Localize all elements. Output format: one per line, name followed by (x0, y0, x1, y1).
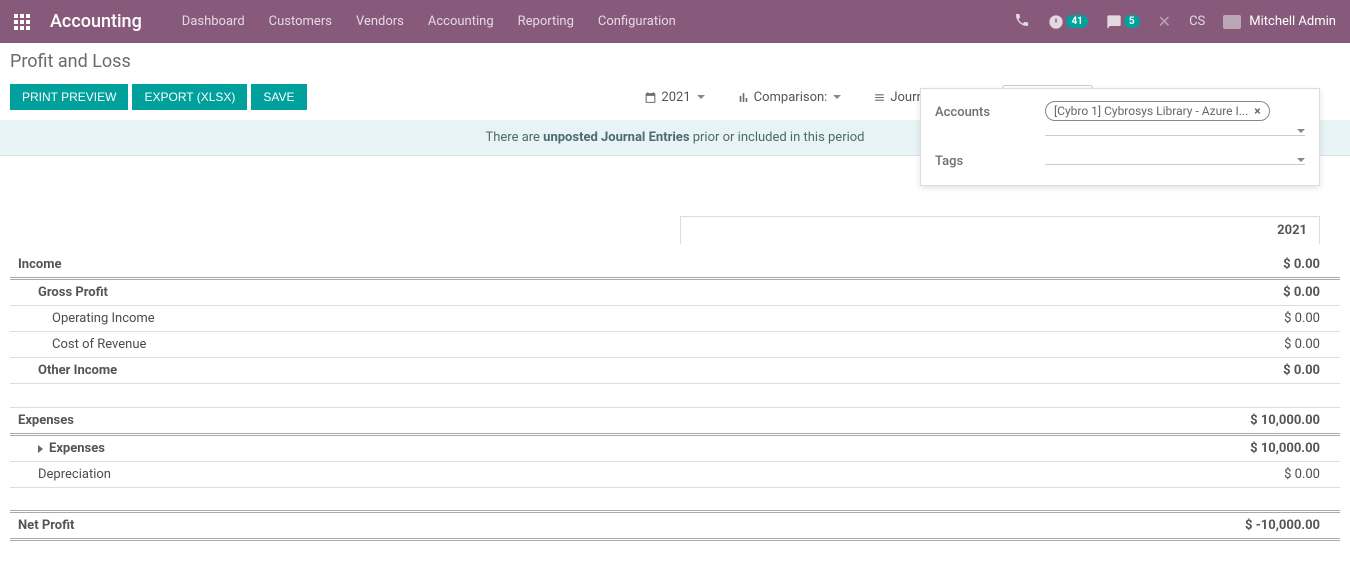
analytic-accounts-input[interactable] (1045, 125, 1305, 136)
row-expenses-label[interactable]: Expenses (10, 408, 804, 435)
print-preview-button[interactable]: PRINT PREVIEW (10, 84, 128, 110)
activity-count: 41 (1066, 15, 1087, 28)
analytic-tags-label: Tags (935, 150, 1045, 169)
analytic-tags-input[interactable] (1045, 154, 1305, 165)
user-name: Mitchell Admin (1249, 14, 1336, 29)
activity-icon[interactable]: 41 (1048, 14, 1087, 30)
nav-configuration[interactable]: Configuration (598, 14, 676, 29)
caret-down-icon (697, 95, 705, 99)
app-brand: Accounting (50, 11, 142, 32)
filter-comparison[interactable]: Comparison: (731, 86, 848, 109)
filter-year-label: 2021 (661, 90, 690, 105)
analytic-account-chip[interactable]: [Cybro 1] Cybrosys Library - Azure I... … (1045, 101, 1270, 121)
nav-menu: Dashboard Customers Vendors Accounting R… (182, 14, 676, 29)
user-initials[interactable]: CS (1189, 14, 1205, 29)
caret-down-icon (1297, 158, 1305, 162)
row-cost-of-revenue-value: $ 0.00 (804, 332, 1340, 358)
report-area: 2021 Income $ 0.00 Gross Profit $ 0.00 O… (0, 216, 1350, 581)
row-depreciation-label[interactable]: Depreciation (10, 462, 804, 488)
nav-right: 41 5 ✕ CS Mitchell Admin (1014, 12, 1336, 32)
tools-icon[interactable]: ✕ (1158, 12, 1171, 31)
row-operating-income-label[interactable]: Operating Income (10, 306, 804, 332)
nav-customers[interactable]: Customers (269, 14, 332, 29)
analytic-dropdown-panel: Accounts [Cybro 1] Cybrosys Library - Az… (920, 88, 1320, 186)
row-depreciation-value: $ 0.00 (804, 462, 1340, 488)
export-xlsx-button[interactable]: EXPORT (XLSX) (132, 84, 247, 110)
row-income-value: $ 0.00 (804, 252, 1340, 279)
filter-comparison-label: Comparison: (754, 90, 828, 105)
nav-dashboard[interactable]: Dashboard (182, 14, 245, 29)
row-income-label[interactable]: Income (10, 252, 804, 279)
apps-grid-icon[interactable] (14, 14, 30, 30)
main-navbar: Accounting Dashboard Customers Vendors A… (0, 0, 1350, 43)
year-column-header: 2021 (680, 216, 1320, 244)
row-cost-of-revenue-label[interactable]: Cost of Revenue (10, 332, 804, 358)
expand-caret-icon[interactable] (38, 445, 43, 453)
messages-count: 5 (1124, 15, 1140, 28)
row-net-profit-label[interactable]: Net Profit (10, 512, 804, 540)
calendar-icon (644, 91, 657, 104)
save-button[interactable]: SAVE (251, 84, 306, 110)
row-operating-income-value: $ 0.00 (804, 306, 1340, 332)
caret-down-icon (833, 95, 841, 99)
row-expenses-sub-value: $ 10,000.00 (804, 435, 1340, 462)
row-gross-profit-value: $ 0.00 (804, 279, 1340, 306)
book-icon (873, 91, 886, 104)
profit-loss-table: Income $ 0.00 Gross Profit $ 0.00 Operat… (10, 252, 1340, 541)
chip-text: [Cybro 1] Cybrosys Library - Azure I... (1054, 104, 1248, 118)
phone-icon[interactable] (1014, 12, 1030, 32)
analytic-accounts-label: Accounts (935, 101, 1045, 120)
page-title: Profit and Loss (10, 51, 1340, 72)
row-expenses-sub-label[interactable]: Expenses (10, 435, 804, 462)
row-other-income-value: $ 0.00 (804, 358, 1340, 384)
messages-icon[interactable]: 5 (1106, 14, 1140, 30)
banner-bold: unposted Journal Entries (543, 130, 689, 145)
caret-down-icon (1297, 129, 1305, 133)
row-expenses-value: $ 10,000.00 (804, 408, 1340, 435)
nav-accounting[interactable]: Accounting (428, 14, 494, 29)
user-menu[interactable]: Mitchell Admin (1223, 14, 1336, 29)
chip-remove-icon[interactable]: × (1254, 104, 1260, 118)
row-other-income-label[interactable]: Other Income (10, 358, 804, 384)
action-buttons: PRINT PREVIEW EXPORT (XLSX) SAVE (10, 84, 307, 110)
row-gross-profit-label[interactable]: Gross Profit (10, 279, 804, 306)
avatar-icon (1223, 15, 1241, 29)
nav-reporting[interactable]: Reporting (518, 14, 574, 29)
nav-vendors[interactable]: Vendors (356, 14, 404, 29)
banner-prefix: There are (485, 130, 543, 145)
row-net-profit-value: $ -10,000.00 (804, 512, 1340, 540)
barchart-icon (737, 91, 750, 104)
banner-suffix: prior or included in this period (690, 130, 865, 145)
filter-year[interactable]: 2021 (638, 86, 710, 109)
